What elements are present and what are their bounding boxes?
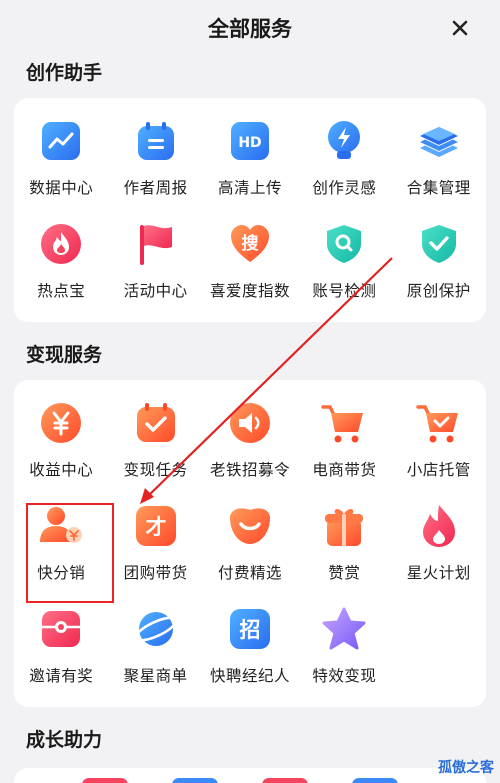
header: 全部服务: [0, 0, 500, 56]
service-label: 付费精选: [217, 564, 282, 582]
planet-icon: [133, 606, 179, 652]
smile-icon: [227, 503, 273, 549]
svg-text:HD: HD: [238, 135, 261, 151]
service-income-center[interactable]: 收益中心: [14, 388, 108, 491]
service-label: 电商带货: [312, 461, 377, 479]
icon-partial: [352, 778, 398, 783]
service-ecommerce[interactable]: 电商带货: [297, 388, 391, 491]
service-label: 活动中心: [123, 282, 188, 300]
service-label: 喜爱度指数: [209, 282, 290, 300]
service-hd-upload[interactable]: HD 高清上传: [203, 106, 297, 209]
service-recruit-agent[interactable]: 招 快聘经纪人: [203, 594, 297, 697]
service-label: 快分销: [37, 564, 86, 582]
layers-icon: [416, 118, 462, 164]
shield-search-icon: [321, 221, 367, 267]
service-label: 作者周报: [123, 179, 188, 197]
service-label: 小店托管: [406, 461, 471, 479]
speaker-icon: [227, 400, 273, 446]
service-label: 高清上传: [217, 179, 282, 197]
service-star-orders[interactable]: 聚星商单: [108, 594, 202, 697]
service-label: 快聘经纪人: [209, 667, 290, 685]
service-appreciation[interactable]: 赞赏: [297, 491, 391, 594]
service-shop-hosting[interactable]: 小店托管: [392, 388, 486, 491]
svg-text:搜: 搜: [241, 233, 259, 254]
section-title-growth: 成长助力: [26, 729, 103, 751]
service-effects-monetize[interactable]: 特效变现: [297, 594, 391, 697]
svg-text:招: 招: [239, 618, 260, 642]
star-icon: [321, 606, 367, 652]
service-author-weekly[interactable]: 作者周报: [108, 106, 202, 209]
service-paid-picks[interactable]: 付费精选: [203, 491, 297, 594]
service-label: 收益中心: [29, 461, 94, 479]
close-icon[interactable]: [446, 14, 474, 42]
user-yuan-icon: [38, 503, 84, 549]
service-spark-plan[interactable]: 星火计划: [392, 491, 486, 594]
watermark: 孤傲之客: [438, 760, 494, 776]
cart-icon: [321, 400, 367, 446]
group-buy-icon: 才: [133, 503, 179, 549]
service-invite-reward[interactable]: 邀请有奖: [14, 594, 108, 697]
service-label: 变现任务: [123, 461, 188, 479]
creation-card: 数据中心 作者周报 HD 高清上传 创作灵感 合集管理 热点宝 活动中心 搜 喜…: [14, 98, 486, 322]
service-activity[interactable]: 活动中心: [108, 209, 202, 312]
recruit-icon: 招: [227, 606, 273, 652]
flag-icon: [133, 221, 179, 267]
service-label: 赞赏: [328, 564, 361, 582]
monetization-card: 收益中心 变现任务 老铁招募令 电商带货 小店托管 快分销 才 团购带货 付费精…: [14, 380, 486, 707]
service-label: 账号检测: [312, 282, 377, 300]
service-label: 团购带货: [123, 564, 188, 582]
service-label: 原创保护: [406, 282, 471, 300]
calendar-icon: [133, 118, 179, 164]
invite-icon: [38, 606, 84, 652]
task-icon: [133, 400, 179, 446]
service-account-check[interactable]: 账号检测: [297, 209, 391, 312]
service-collection[interactable]: 合集管理: [392, 106, 486, 209]
hd-icon: HD: [227, 118, 273, 164]
bulb-icon: [321, 118, 367, 164]
service-quick-distribution[interactable]: 快分销: [14, 491, 108, 594]
service-inspiration[interactable]: 创作灵感: [297, 106, 391, 209]
fire-icon: [416, 503, 462, 549]
svg-text:才: 才: [145, 515, 166, 539]
service-label: 特效变现: [312, 667, 377, 685]
cart-check-icon: [416, 400, 462, 446]
yuan-icon: [38, 400, 84, 446]
service-data-center[interactable]: 数据中心: [14, 106, 108, 209]
service-recruit-order[interactable]: 老铁招募令: [203, 388, 297, 491]
service-label: 数据中心: [29, 179, 94, 197]
growth-card: [14, 768, 486, 783]
search-heart-icon: 搜: [227, 221, 273, 267]
gift-icon: [321, 503, 367, 549]
service-favor-index[interactable]: 搜 喜爱度指数: [203, 209, 297, 312]
page-title: 全部服务: [208, 17, 292, 41]
service-label: 老铁招募令: [209, 461, 290, 479]
service-label: 邀请有奖: [29, 667, 94, 685]
service-monetize-task[interactable]: 变现任务: [108, 388, 202, 491]
service-label: 创作灵感: [312, 179, 377, 197]
shield-check-icon: [416, 221, 462, 267]
service-label: 聚星商单: [123, 667, 188, 685]
service-original-protect[interactable]: 原创保护: [392, 209, 486, 312]
service-label: 星火计划: [406, 564, 471, 582]
section-title-monetization: 变现服务: [26, 344, 103, 366]
section-title-creation: 创作助手: [26, 62, 103, 84]
icon-partial: [172, 778, 218, 783]
chart-icon: [38, 118, 84, 164]
flame-icon: [38, 221, 84, 267]
service-group-buy[interactable]: 才 团购带货: [108, 491, 202, 594]
service-label: 热点宝: [37, 282, 86, 300]
service-hot-spot[interactable]: 热点宝: [14, 209, 108, 312]
icon-partial: [262, 778, 308, 783]
service-label: 合集管理: [406, 179, 471, 197]
icon-partial: [82, 778, 128, 783]
